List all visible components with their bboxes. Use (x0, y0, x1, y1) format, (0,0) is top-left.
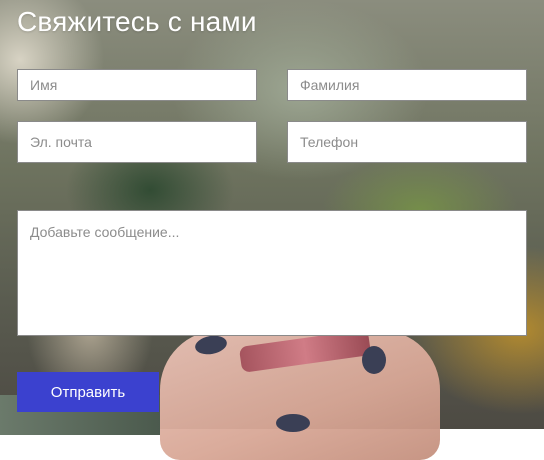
last-name-input[interactable] (287, 69, 527, 101)
background-nail (276, 414, 310, 432)
message-textarea[interactable] (17, 210, 527, 336)
submit-button[interactable]: Отправить (17, 372, 159, 412)
form-title: Свяжитесь с нами (17, 6, 257, 37)
first-name-input[interactable] (17, 69, 257, 101)
email-input[interactable] (17, 121, 257, 163)
background-nail (362, 346, 386, 374)
phone-input[interactable] (287, 121, 527, 163)
